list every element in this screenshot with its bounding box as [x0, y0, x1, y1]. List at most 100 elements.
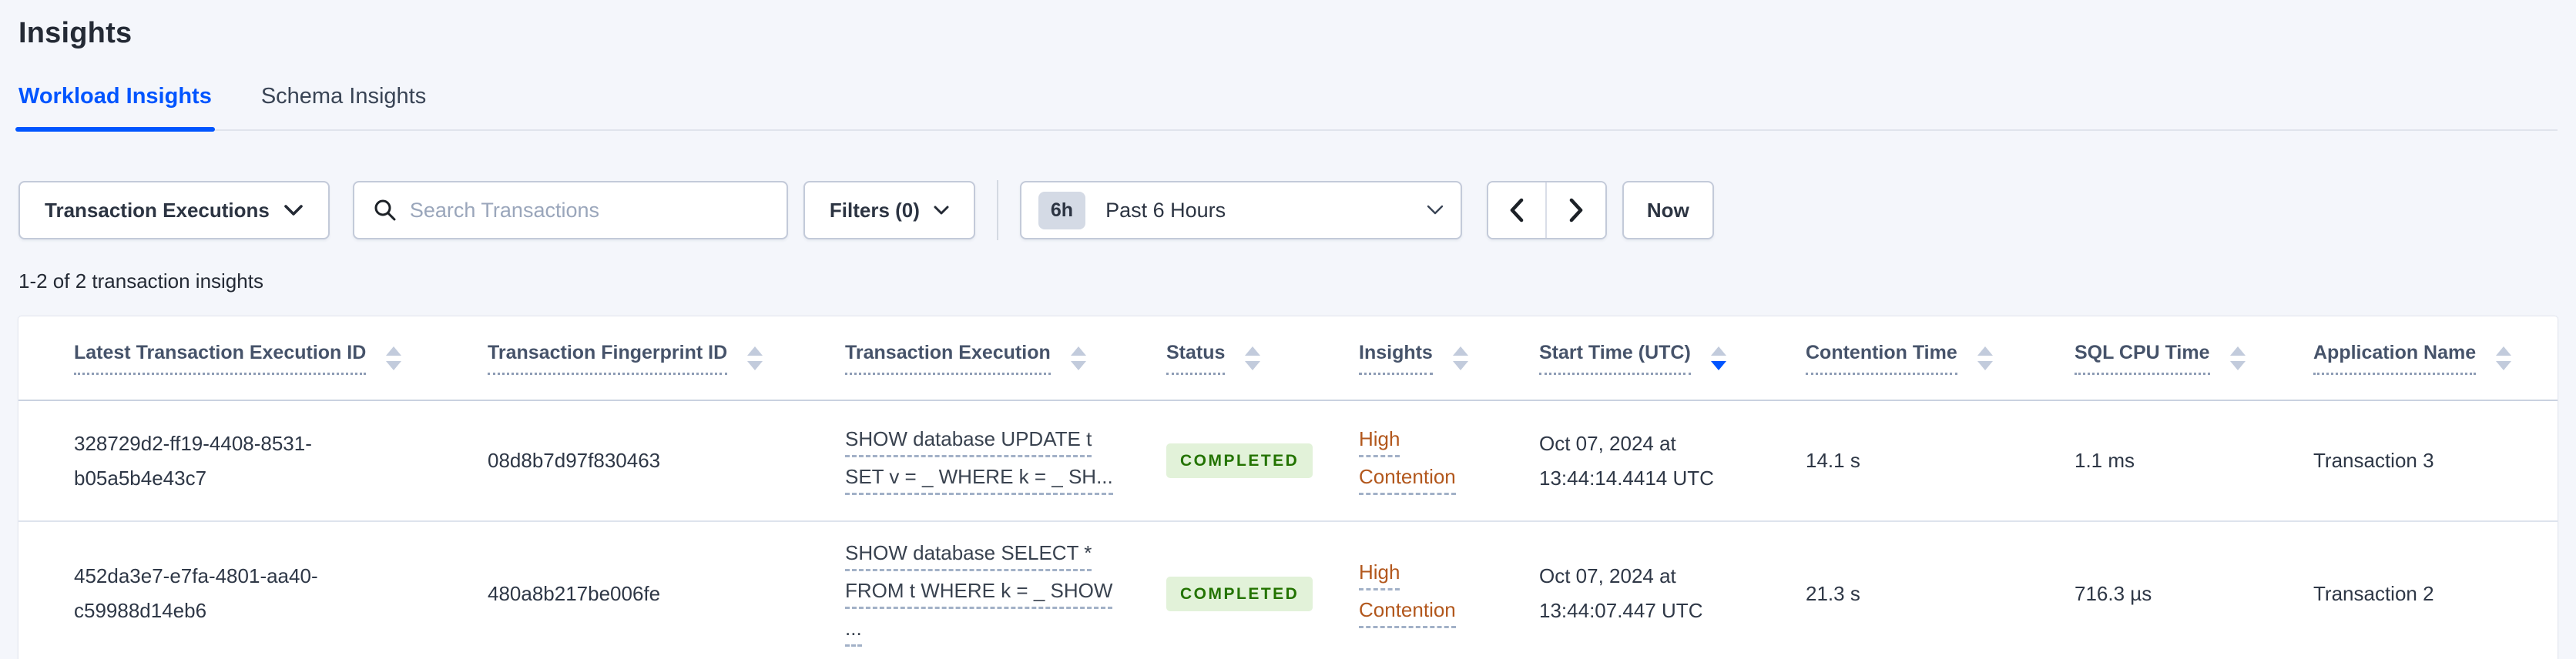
- filters-label: Filters (0): [829, 198, 920, 222]
- cell-text: Transaction 3: [2313, 449, 2434, 472]
- cell-app-name: Transaction 2: [2313, 522, 2558, 659]
- toolbar: Transaction Executions Filters (0) 6h Pa…: [18, 180, 2558, 240]
- sort-icon: [1452, 346, 1468, 370]
- tab-bar: Workload Insights Schema Insights: [15, 84, 2558, 132]
- table-body: 328729d2-ff19-4408-8531- b05a5b4e43c7 08d8…: [18, 401, 2558, 659]
- sort-icon: [747, 346, 763, 370]
- insight-link[interactable]: High Contention: [1359, 427, 1456, 495]
- previous-range-button[interactable]: [1488, 182, 1547, 238]
- sort-icon: [2496, 346, 2512, 370]
- insights-page: Insights Workload Insights Schema Insigh…: [0, 0, 2576, 659]
- cell-text: 08d8b7d97f830463: [488, 449, 661, 472]
- link-line[interactable]: FROM t WHERE k = _ SHOW: [845, 578, 1113, 609]
- chevron-right-icon: [1568, 198, 1584, 222]
- cell-text: 452da3e7-e7fa-4801-aa40- c59988d14eb6: [74, 564, 318, 622]
- report-type-dropdown[interactable]: Transaction Executions: [18, 181, 330, 239]
- column-header-sql-cpu-time[interactable]: SQL CPU Time: [2075, 316, 2313, 400]
- column-header-execution-id[interactable]: Latest Transaction Execution ID: [74, 316, 488, 400]
- column-header-label: Insights: [1359, 341, 1433, 375]
- cell-text: 328729d2-ff19-4408-8531- b05a5b4e43c7: [74, 431, 312, 490]
- cell-status: COMPLETED: [1166, 522, 1359, 659]
- sort-icon-descending-active: [1710, 346, 1726, 370]
- cell-text: 21.3 s: [1806, 581, 1860, 605]
- status-badge: COMPLETED: [1166, 443, 1313, 478]
- table-header-row: Latest Transaction Execution ID Transacti…: [18, 316, 2558, 401]
- cell-execution[interactable]: SHOW database SELECT * FROM t WHERE k = _…: [845, 522, 1166, 659]
- filters-button[interactable]: Filters (0): [803, 181, 975, 239]
- cell-app-name: Transaction 3: [2313, 401, 2558, 520]
- search-input[interactable]: [409, 198, 768, 222]
- time-range-pager: [1486, 181, 1607, 239]
- cell-sql-cpu-time: 716.3 µs: [2075, 522, 2313, 659]
- transaction-execution-link[interactable]: SHOW database SELECT * FROM t WHERE k = _…: [845, 540, 1113, 647]
- link-line[interactable]: SHOW database SELECT *: [845, 540, 1092, 571]
- column-header-label: Application Name: [2313, 341, 2477, 375]
- cell-status: COMPLETED: [1166, 401, 1359, 520]
- cell-contention-time: 21.3 s: [1806, 522, 2075, 659]
- insights-table-card: Latest Transaction Execution ID Transacti…: [18, 316, 2558, 659]
- column-header-insights[interactable]: Insights: [1359, 316, 1539, 400]
- cell-fingerprint-id: 480a8b217be006fe: [488, 522, 845, 659]
- column-header-execution[interactable]: Transaction Execution: [845, 316, 1166, 400]
- cell-text: 716.3 µs: [2075, 581, 2152, 605]
- link-line[interactable]: High: [1359, 560, 1400, 590]
- cell-start-time: Oct 07, 2024 at 13:44:14.4414 UTC: [1539, 401, 1806, 520]
- cell-execution-id: 452da3e7-e7fa-4801-aa40- c59988d14eb6: [74, 522, 488, 659]
- next-range-button[interactable]: [1546, 182, 1605, 238]
- tab-schema-insights[interactable]: Schema Insights: [261, 84, 426, 129]
- insight-link[interactable]: High Contention: [1359, 560, 1456, 628]
- cell-fingerprint-id: 08d8b7d97f830463: [488, 401, 845, 520]
- link-line[interactable]: SHOW database UPDATE t: [845, 427, 1092, 457]
- column-header-label: Start Time (UTC): [1539, 341, 1691, 375]
- time-range-label: Past 6 Hours: [1105, 198, 1226, 222]
- cell-text: Transaction 2: [2313, 581, 2434, 605]
- column-header-app-name[interactable]: Application Name: [2313, 316, 2558, 400]
- column-header-contention-time[interactable]: Contention Time: [1806, 316, 2075, 400]
- cell-sql-cpu-time: 1.1 ms: [2075, 401, 2313, 520]
- cell-insights[interactable]: High Contention: [1359, 522, 1539, 659]
- column-header-label: Transaction Fingerprint ID: [488, 341, 728, 375]
- results-summary: 1-2 of 2 transaction insights: [18, 269, 263, 293]
- search-icon: [373, 198, 397, 222]
- table-row: 452da3e7-e7fa-4801-aa40- c59988d14eb6 480a…: [18, 522, 2558, 659]
- cell-execution[interactable]: SHOW database UPDATE t SET v = _ WHERE k …: [845, 401, 1166, 520]
- cell-text: 14.1 s: [1806, 449, 1860, 472]
- toolbar-divider: [996, 180, 998, 240]
- column-header-label: Contention Time: [1806, 341, 1957, 375]
- chevron-down-icon: [1427, 205, 1444, 216]
- cell-text: Oct 07, 2024 at 13:44:14.4414 UTC: [1539, 431, 1714, 490]
- link-line[interactable]: SET v = _ WHERE k = _ SH...: [845, 464, 1113, 495]
- cell-contention-time: 14.1 s: [1806, 401, 2075, 520]
- column-header-start-time[interactable]: Start Time (UTC): [1539, 316, 1806, 400]
- chevron-down-icon: [934, 206, 949, 216]
- sort-icon: [1245, 346, 1261, 370]
- search-box: [352, 181, 788, 239]
- link-line[interactable]: Contention: [1359, 464, 1456, 495]
- report-type-label: Transaction Executions: [45, 198, 270, 222]
- time-range-picker[interactable]: 6h Past 6 Hours: [1019, 181, 1462, 239]
- cell-text: Oct 07, 2024 at 13:44:07.447 UTC: [1539, 564, 1703, 622]
- sort-icon: [1977, 346, 1993, 370]
- link-line[interactable]: High: [1359, 427, 1400, 457]
- chevron-down-icon: [283, 204, 304, 216]
- status-badge: COMPLETED: [1166, 576, 1313, 611]
- column-header-status[interactable]: Status: [1166, 316, 1359, 400]
- column-header-label: Transaction Execution: [845, 341, 1051, 375]
- cell-text: 1.1 ms: [2075, 449, 2135, 472]
- cell-insights[interactable]: High Contention: [1359, 401, 1539, 520]
- cell-execution-id: 328729d2-ff19-4408-8531- b05a5b4e43c7: [74, 401, 488, 520]
- chevron-left-icon: [1509, 198, 1524, 222]
- column-header-label: Status: [1166, 341, 1226, 375]
- link-line[interactable]: ...: [845, 616, 862, 647]
- sort-icon: [2229, 346, 2246, 370]
- column-header-fingerprint-id[interactable]: Transaction Fingerprint ID: [488, 316, 845, 400]
- sort-icon: [1070, 346, 1086, 370]
- sort-icon: [386, 346, 402, 370]
- link-line[interactable]: Contention: [1359, 597, 1456, 628]
- column-header-label: SQL CPU Time: [2075, 341, 2210, 375]
- now-button[interactable]: Now: [1622, 181, 1714, 239]
- time-range-badge: 6h: [1038, 191, 1086, 229]
- tab-workload-insights[interactable]: Workload Insights: [15, 84, 215, 132]
- transaction-execution-link[interactable]: SHOW database UPDATE t SET v = _ WHERE k …: [845, 427, 1113, 495]
- cell-text: 480a8b217be006fe: [488, 581, 661, 605]
